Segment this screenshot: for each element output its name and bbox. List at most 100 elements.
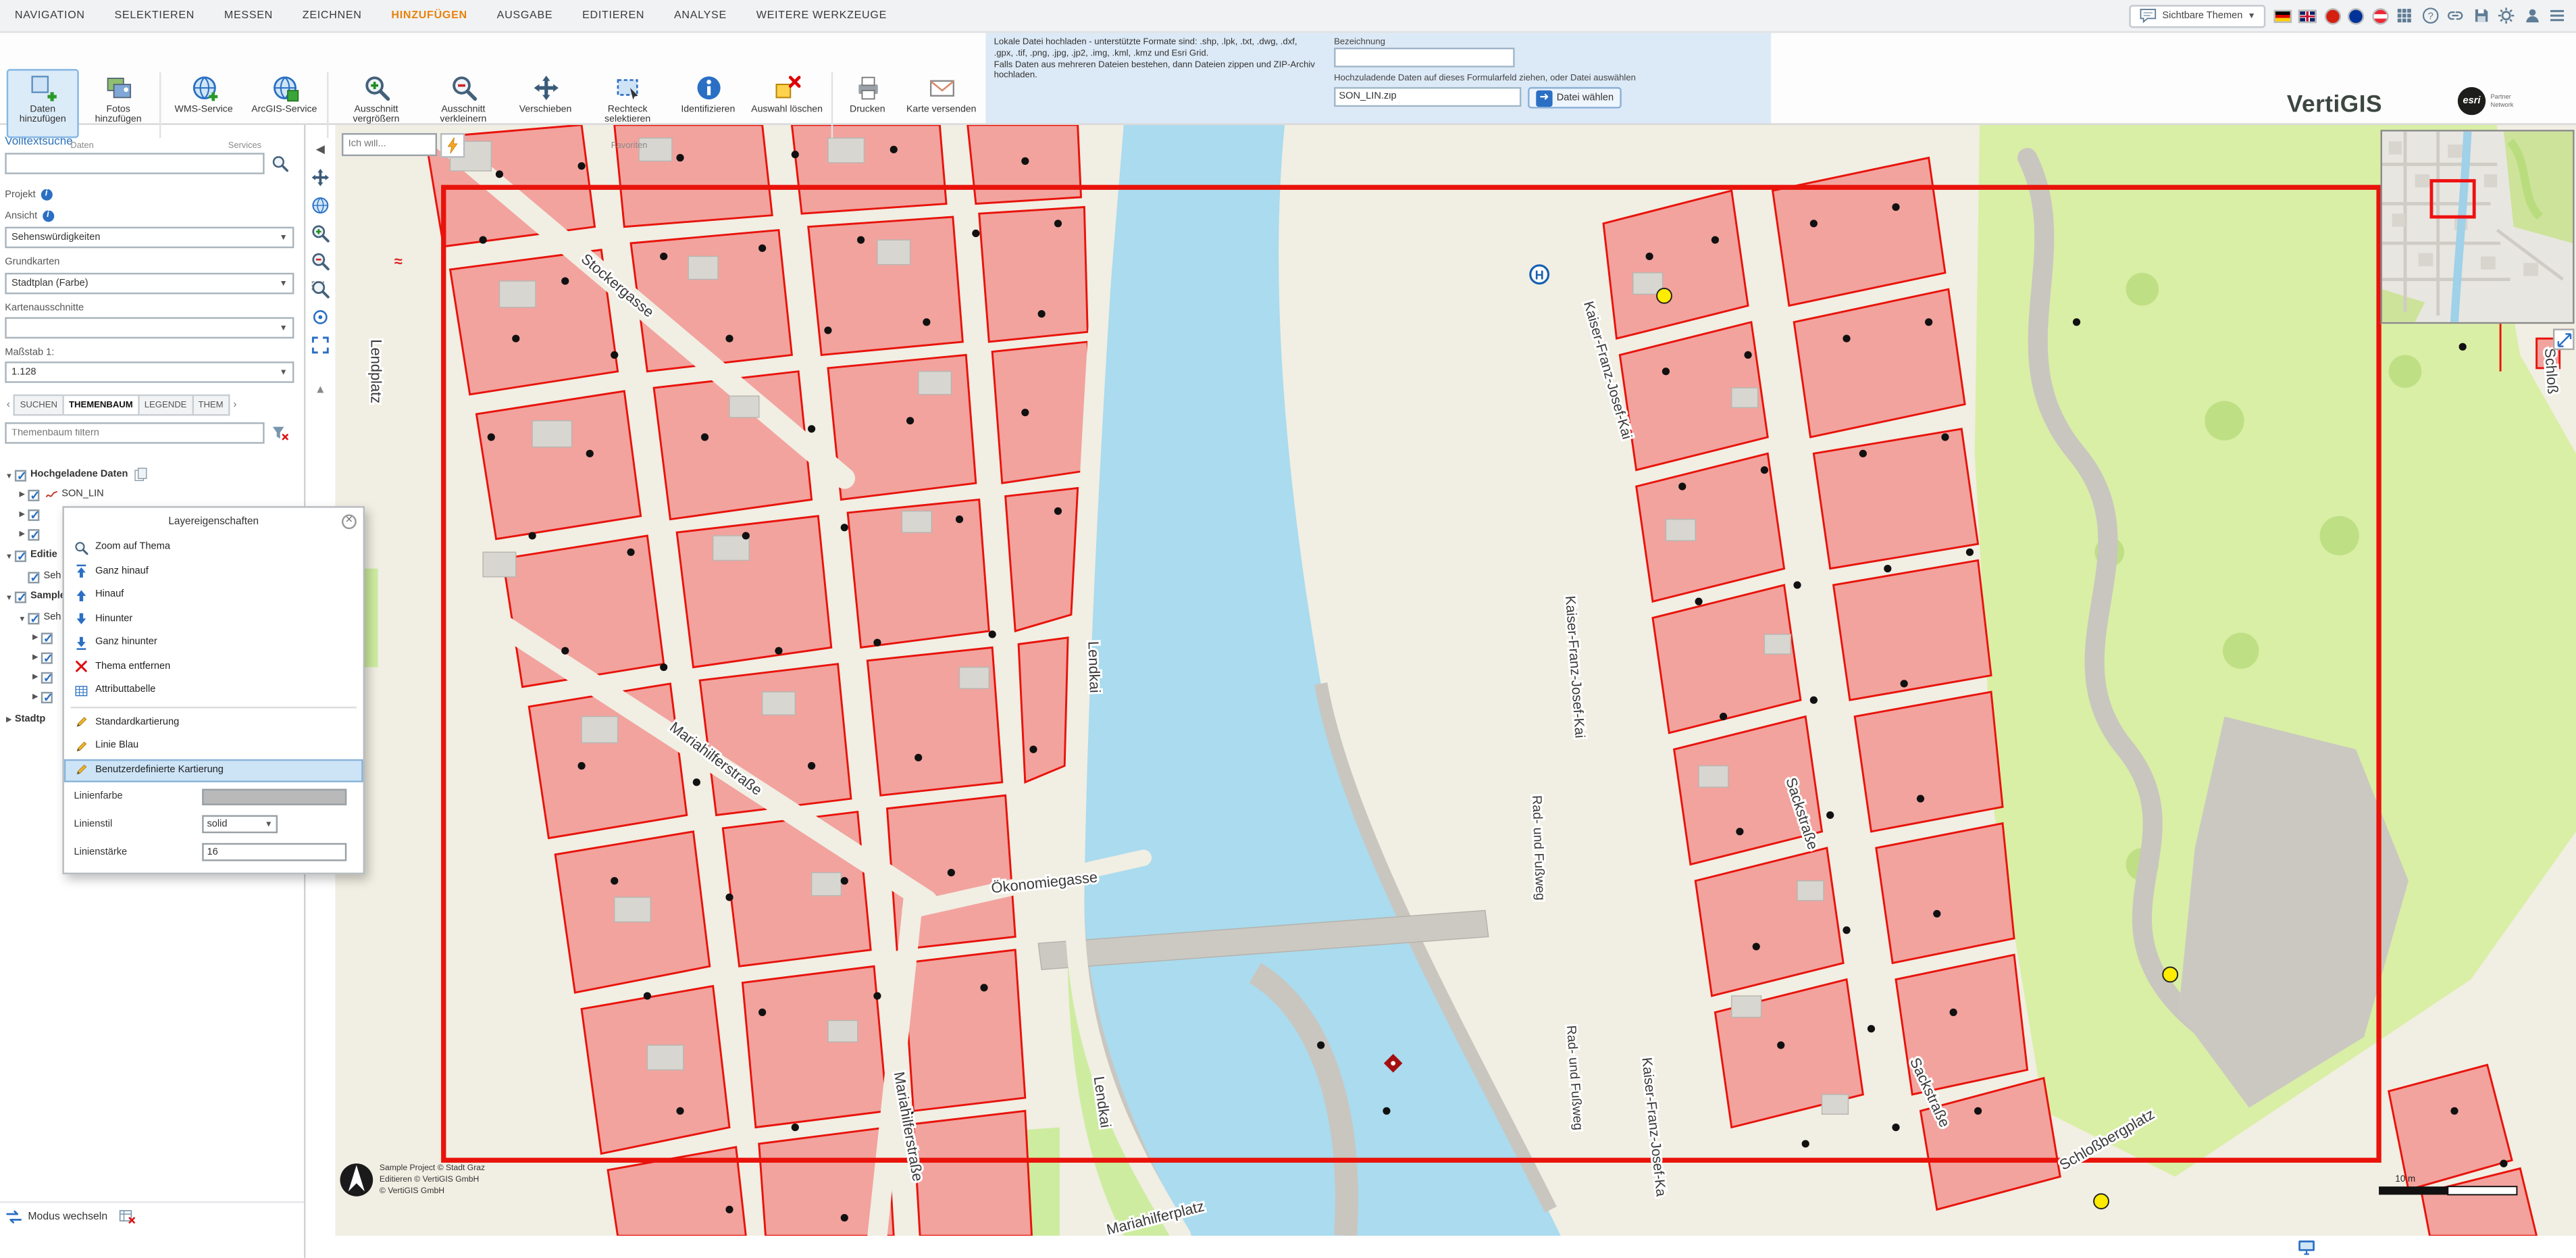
menu-item-ganz-hinunter[interactable]: Ganz hinunter (64, 631, 363, 655)
flag-english-icon[interactable] (2298, 9, 2317, 22)
arcgis-service-button[interactable]: ArcGIS-Service (244, 69, 324, 138)
tab-legende[interactable]: LEGENDE (139, 395, 193, 416)
menu-editieren[interactable]: EDITIEREN (567, 10, 659, 22)
search-icon[interactable] (267, 153, 290, 174)
upload-file-input[interactable] (1334, 87, 1521, 107)
zoom-out-tool-icon[interactable] (309, 250, 332, 273)
basemap-select[interactable]: Stadtplan (Farbe) ▼ (5, 273, 294, 295)
add-data-button[interactable]: Daten hinzufügen (7, 69, 79, 138)
menu-analyse[interactable]: ANALYSE (659, 10, 742, 22)
menu-item-standardkartierung[interactable]: Standardkartierung (64, 711, 363, 734)
user-icon[interactable] (2523, 7, 2541, 25)
theme-filter-input[interactable] (5, 422, 264, 444)
menu-item-hinunter[interactable]: Hinunter (64, 607, 363, 631)
display-icon[interactable] (2296, 1238, 2316, 1257)
layer-checkbox[interactable] (28, 528, 39, 540)
tabs-scroll-right-icon[interactable]: › (230, 399, 240, 411)
chevron-collapsed-icon[interactable]: ▶ (16, 529, 28, 539)
menu-zeichnen[interactable]: ZEICHNEN (288, 10, 377, 22)
menu-item-hinauf[interactable]: Hinauf (64, 584, 363, 607)
zoom-in-extent-button[interactable]: Ausschnitt vergrößern (334, 69, 419, 138)
pan-tool-icon[interactable] (309, 166, 332, 189)
settings-gear-icon[interactable] (2497, 7, 2515, 25)
layer-checkbox[interactable] (41, 672, 53, 683)
grid-remove-icon[interactable] (119, 1208, 137, 1226)
close-icon[interactable]: ✕ (342, 513, 357, 528)
scroll-up-icon[interactable]: ▲ (309, 378, 332, 401)
menu-item-thema-entfernen[interactable]: Thema entfernen (64, 655, 363, 678)
center-map-icon[interactable] (309, 305, 332, 328)
layer-checkbox[interactable] (41, 691, 53, 703)
zoom-out-extent-button[interactable]: Ausschnitt verkleinern (421, 69, 506, 138)
layer-checkbox[interactable] (15, 550, 26, 561)
layer-checkbox[interactable] (15, 469, 26, 480)
line-color-swatch[interactable] (202, 788, 346, 804)
menu-weitere-werkzeuge[interactable]: WEITERE WERKZEUGE (742, 10, 902, 22)
tree-item-son-lin[interactable]: ▶ SON_LIN (0, 485, 305, 505)
overview-map[interactable] (2381, 130, 2575, 324)
layer-checkbox[interactable] (28, 571, 39, 582)
view-select[interactable]: Sehenswürdigkeiten ▼ (5, 227, 294, 249)
info-icon[interactable]: i (42, 210, 53, 222)
flag-german-icon[interactable] (2273, 9, 2291, 22)
layer-checkbox[interactable] (41, 651, 53, 663)
flag-round-red-icon[interactable] (2324, 7, 2340, 24)
overview-toggle-button[interactable] (2553, 328, 2575, 350)
info-icon[interactable]: i (41, 189, 52, 201)
layer-checkbox[interactable] (28, 489, 39, 501)
print-button[interactable]: Drucken (836, 69, 898, 138)
full-extent-globe-icon[interactable] (309, 194, 332, 217)
flag-round-eu-icon[interactable] (2348, 7, 2364, 24)
menu-ausgabe[interactable]: AUSGABE (482, 10, 567, 22)
chevron-collapsed-icon[interactable]: ▶ (30, 692, 41, 702)
line-style-select[interactable]: solid ▼ (202, 815, 278, 833)
menu-item-attributtabelle[interactable]: Attributtabelle (64, 679, 363, 703)
choose-file-button[interactable]: ➜ Datei wählen (1528, 87, 1622, 109)
zoom-rect-tool-icon[interactable] (309, 278, 332, 301)
map-extent-select[interactable]: ▼ (5, 317, 294, 338)
hamburger-menu-icon[interactable] (2548, 7, 2567, 25)
wms-service-button[interactable]: WMS-Service (166, 69, 242, 138)
menu-item-linie-blau[interactable]: Linie Blau (64, 734, 363, 758)
layer-checkbox[interactable] (41, 632, 53, 643)
chevron-expanded-icon[interactable]: ▼ (16, 614, 28, 622)
apps-grid-icon[interactable] (2395, 7, 2413, 25)
chevron-collapsed-icon[interactable]: ▶ (16, 490, 28, 500)
fullscreen-icon[interactable] (309, 334, 332, 357)
tree-item-hochgeladene-daten[interactable]: ▼ Hochgeladene Daten (0, 465, 305, 484)
menu-hinzufuegen[interactable]: HINZUFÜGEN (377, 10, 482, 22)
map-canvas[interactable]: H ≈ Stockergasse Lendplatz Mariahilferst… (335, 125, 2576, 1236)
menu-selektieren[interactable]: SELEKTIEREN (100, 10, 209, 22)
tab-suchen[interactable]: SUCHEN (14, 395, 64, 416)
chevron-collapsed-icon[interactable]: ▶ (30, 653, 41, 663)
tabs-scroll-left-icon[interactable]: ‹ (3, 399, 14, 411)
layer-checkbox[interactable] (28, 509, 39, 520)
chevron-expanded-icon[interactable]: ▼ (3, 471, 15, 479)
fulltext-search-input[interactable] (5, 153, 264, 174)
chevron-collapsed-icon[interactable]: ▶ (30, 672, 41, 682)
menu-item-benutzerdefinierte-kartierung[interactable]: Benutzerdefinierte Kartierung (64, 759, 363, 782)
chevron-collapsed-icon[interactable]: ▶ (3, 715, 15, 725)
tab-them[interactable]: THEM (193, 395, 230, 416)
collapse-sidebar-icon[interactable]: ◀ (309, 138, 332, 161)
menu-item-ganz-hinauf[interactable]: Ganz hinauf (64, 559, 363, 583)
clear-selection-button[interactable]: Auswahl löschen (746, 69, 828, 138)
chevron-collapsed-icon[interactable]: ▶ (16, 509, 28, 520)
layer-checkbox[interactable] (15, 590, 26, 602)
add-photos-button[interactable]: Fotos hinzufügen (82, 69, 155, 138)
visible-themes-dropdown[interactable]: Sichtbare Themen ▼ (2130, 4, 2266, 27)
pan-button[interactable]: Verschieben (508, 69, 584, 138)
scale-select[interactable]: 1.128 ▼ (5, 361, 294, 383)
rect-select-button[interactable]: Rechteck selektieren (585, 69, 670, 138)
link-icon[interactable] (2446, 7, 2465, 25)
tab-themenbaum[interactable]: THEMENBAUM (64, 395, 140, 416)
chevron-expanded-icon[interactable]: ▼ (3, 551, 15, 559)
identify-button[interactable]: Identifizieren (672, 69, 744, 138)
filter-clear-icon[interactable] (267, 422, 290, 444)
save-icon[interactable] (2472, 7, 2490, 25)
menu-navigation[interactable]: NAVIGATION (0, 10, 100, 22)
send-map-button[interactable]: Karte versenden (900, 69, 983, 138)
menu-item-zoom-auf-thema[interactable]: Zoom auf Thema (64, 536, 363, 559)
flag-round-austria-icon[interactable] (2371, 7, 2388, 24)
menu-messen[interactable]: MESSEN (209, 10, 288, 22)
